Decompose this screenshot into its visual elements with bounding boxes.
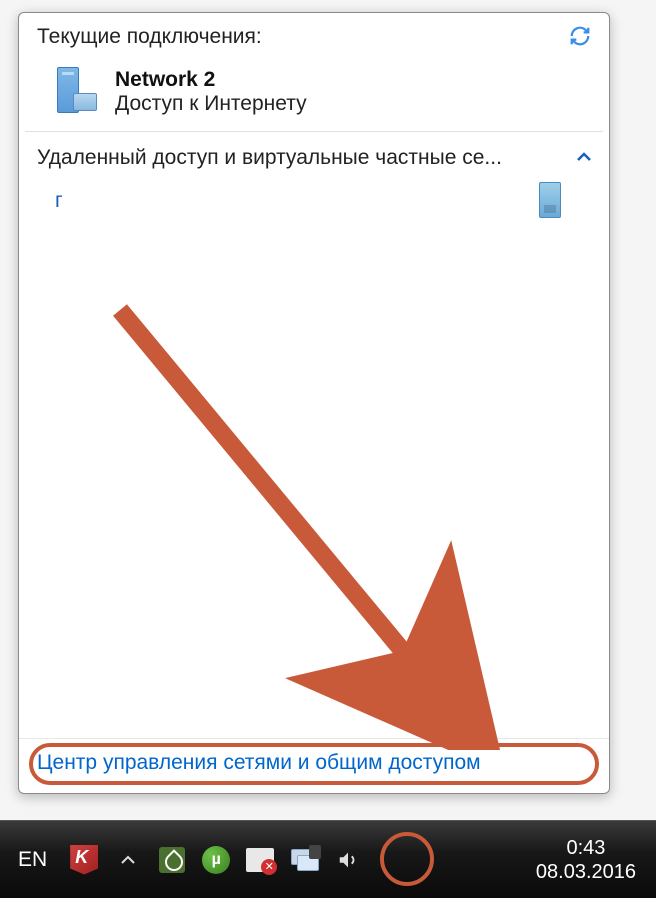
utorrent-tray-icon[interactable]: µ (201, 845, 231, 875)
chevron-up-icon (577, 149, 591, 167)
network-flyout: Текущие подключения: Network 2 Доступ к … (18, 12, 610, 794)
kaspersky-tray-icon[interactable] (69, 845, 99, 875)
vpn-connection-item[interactable]: г (37, 170, 591, 224)
network-servers-icon (49, 67, 99, 117)
taskbar-time: 0:43 (536, 836, 636, 860)
tray-overflow-chevron-icon[interactable] (113, 845, 143, 875)
network-status: Доступ к Интернету (115, 92, 307, 116)
network-text: Network 2 Доступ к Интернету (115, 68, 307, 116)
taskbar-date: 08.03.2016 (536, 860, 636, 884)
footer-row: Центр управления сетями и общим доступом (19, 738, 609, 793)
network-name: Network 2 (115, 68, 307, 92)
volume-tray-icon[interactable] (333, 845, 363, 875)
vpn-section-header[interactable]: Удаленный доступ и виртуальные частные с… (37, 146, 591, 170)
language-indicator[interactable]: EN (8, 848, 57, 872)
vpn-section: Удаленный доступ и виртуальные частные с… (19, 132, 609, 224)
vpn-section-label: Удаленный доступ и виртуальные частные с… (37, 146, 502, 170)
network-center-link[interactable]: Центр управления сетями и общим доступом (37, 751, 481, 774)
action-center-tray-icon[interactable] (245, 845, 275, 875)
taskbar-clock[interactable]: 0:43 08.03.2016 (524, 836, 648, 884)
current-network-item[interactable]: Network 2 Доступ к Интернету (19, 61, 609, 131)
taskbar: EN µ 0:43 08.03.2016 (0, 820, 656, 898)
vpn-item-label: г (55, 189, 63, 213)
system-tray: µ (69, 845, 363, 875)
vpn-server-icon (539, 182, 565, 220)
spacer (19, 224, 609, 738)
flyout-header: Текущие подключения: (19, 13, 609, 61)
refresh-icon[interactable] (569, 25, 591, 53)
flyout-title: Текущие подключения: (37, 25, 262, 49)
nvidia-tray-icon[interactable] (157, 845, 187, 875)
network-tray-icon[interactable] (289, 845, 319, 875)
